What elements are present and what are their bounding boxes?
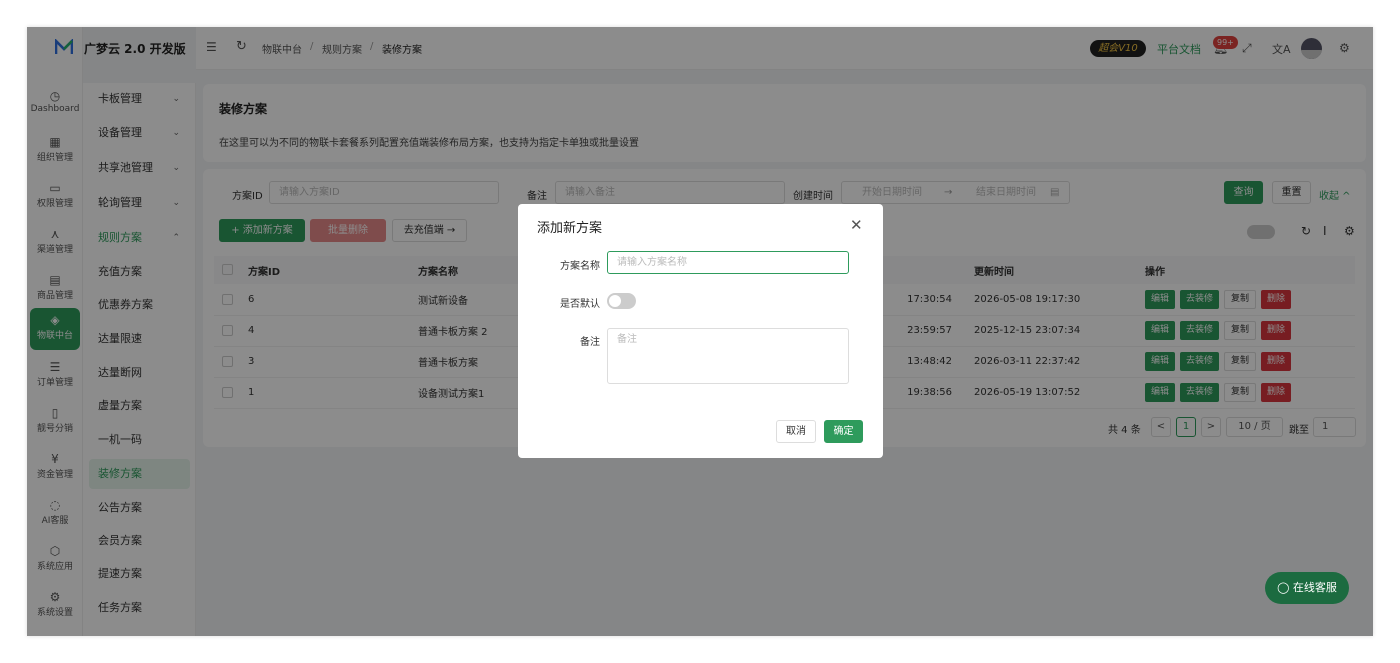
- add-plan-modal: 添加新方案 ✕ 方案名称 请输入方案名称 是否默认 备注 备注 取消 确定: [518, 204, 883, 458]
- online-service-button[interactable]: ◯ 在线客服: [1265, 572, 1349, 604]
- close-icon[interactable]: ✕: [850, 216, 863, 234]
- name-label: 方案名称: [560, 261, 600, 272]
- plan-name-input[interactable]: 请输入方案名称: [607, 251, 849, 274]
- confirm-button[interactable]: 确定: [824, 420, 863, 443]
- fab-label: 在线客服: [1292, 581, 1337, 594]
- note-label: 备注: [580, 337, 600, 348]
- note-textarea[interactable]: 备注: [607, 328, 849, 384]
- modal-title: 添加新方案: [537, 221, 603, 236]
- default-switch[interactable]: [607, 293, 636, 309]
- app-window: ◷ Dashboard ▦ 组织管理 ▭ 权限管理 ⋏ 渠道管理 ▤ 商品管理 ◈ 物联中台 ☰ 订单管理…: [27, 27, 1373, 636]
- chat-icon: ◯: [1277, 581, 1293, 594]
- cancel-button[interactable]: 取消: [776, 420, 816, 443]
- default-label: 是否默认: [560, 299, 600, 310]
